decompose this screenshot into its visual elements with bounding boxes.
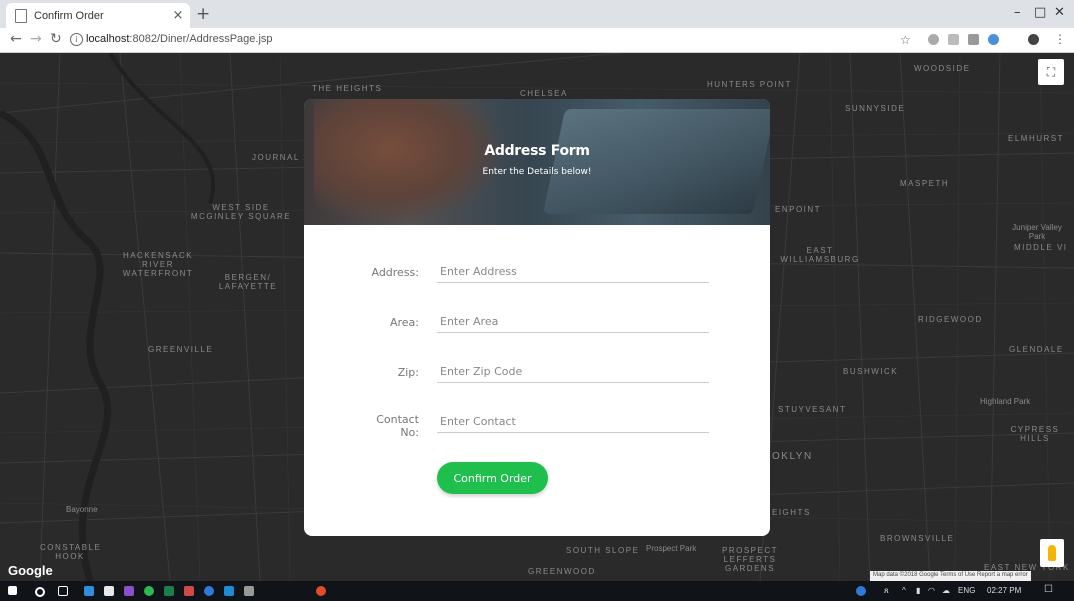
- app-icon[interactable]: [84, 586, 94, 596]
- map-label: OKLYN: [772, 451, 813, 462]
- language-indicator[interactable]: ENG: [958, 586, 975, 595]
- map-label: ENPOINT: [775, 205, 822, 214]
- browser-tab-strip: Confirm Order × + – □ ✕: [0, 0, 1074, 28]
- map-label: CYPRESS HILLS: [1010, 425, 1060, 443]
- map-label: Prospect Park: [646, 544, 697, 553]
- confirm-order-button[interactable]: Confirm Order: [437, 462, 548, 494]
- wifi-icon[interactable]: ◠: [928, 586, 935, 595]
- extension-icon[interactable]: [948, 34, 959, 45]
- address-input[interactable]: [437, 261, 709, 283]
- visual-studio-icon[interactable]: [124, 586, 134, 596]
- back-arrow-icon[interactable]: ←: [10, 31, 22, 47]
- help-icon[interactable]: [856, 586, 866, 596]
- map-label: CHELSEA: [520, 89, 568, 98]
- info-icon[interactable]: i: [70, 33, 83, 46]
- app-icon[interactable]: [224, 586, 234, 596]
- map-label: STUYVESANT: [778, 405, 847, 414]
- window-close-button[interactable]: ✕: [1054, 5, 1065, 20]
- google-logo: Google: [8, 563, 53, 578]
- maximize-button[interactable]: □: [1034, 5, 1046, 20]
- windows-taskbar: ጸ ^ ▮ ◠ ☁ ENG 02:27 PM ☐: [0, 581, 1074, 601]
- map-label: GREENVILLE: [148, 345, 214, 354]
- pegman-icon: [1048, 545, 1056, 561]
- street-view-pegman-button[interactable]: [1040, 539, 1064, 567]
- form-subtitle: Enter the Details below!: [482, 167, 592, 177]
- tab-title: Confirm Order: [34, 9, 104, 22]
- address-label: Address:: [371, 266, 419, 279]
- map-label: BERGEN/ LAFAYETTE: [218, 273, 278, 291]
- whatsapp-icon[interactable]: [144, 586, 154, 596]
- bookmark-star-icon[interactable]: ☆: [900, 33, 911, 47]
- minimize-button[interactable]: –: [1014, 5, 1021, 20]
- battery-icon[interactable]: ▮: [916, 586, 920, 595]
- edge-icon[interactable]: [204, 586, 214, 596]
- address-bar: ← → ↻ i localhost:8082/Diner/AddressPage…: [0, 28, 1074, 53]
- task-view-icon[interactable]: [58, 586, 68, 596]
- url-field[interactable]: localhost:8082/Diner/AddressPage.jsp: [86, 33, 273, 45]
- reload-icon[interactable]: ↻: [50, 31, 62, 47]
- fullscreen-toggle-button[interactable]: ⛶: [1038, 59, 1064, 85]
- contact-input[interactable]: [437, 411, 709, 433]
- map-label: SUNNYSIDE: [845, 104, 906, 113]
- people-icon[interactable]: ጸ: [884, 586, 889, 596]
- cloud-icon[interactable]: ☁: [942, 586, 950, 595]
- new-tab-button[interactable]: +: [196, 4, 210, 24]
- cloud-extension-icon[interactable]: [988, 34, 999, 45]
- chevron-up-icon[interactable]: ^: [902, 586, 906, 595]
- form-header-image: Address Form Enter the Details below!: [304, 99, 770, 225]
- map-label: SOUTH SLOPE: [566, 546, 640, 555]
- zip-label: Zip:: [397, 366, 419, 379]
- windows-start-icon[interactable]: [8, 586, 17, 595]
- map-label: MASPETH: [900, 179, 950, 188]
- tab-close-icon[interactable]: ×: [170, 8, 186, 23]
- map-label: RIDGEWOOD: [918, 315, 983, 324]
- map-label: Juniper Valley Park: [1012, 223, 1062, 241]
- menu-kebab-icon[interactable]: ⋮: [1054, 32, 1066, 46]
- map-label: MIDDLE VI: [1014, 243, 1068, 252]
- app-icon[interactable]: [184, 586, 194, 596]
- fullscreen-icon: ⛶: [1046, 64, 1056, 79]
- page-icon: [15, 8, 27, 23]
- map-label: Bayonne: [66, 505, 98, 514]
- map-label: BROWNSVILLE: [880, 534, 955, 543]
- map-label: JOURNAL S: [252, 153, 311, 162]
- notification-icon[interactable]: ☐: [1044, 584, 1053, 595]
- map-label: WOODSIDE: [914, 64, 971, 73]
- tab-confirm-order[interactable]: Confirm Order ×: [6, 3, 190, 28]
- app-icon[interactable]: [244, 586, 254, 596]
- form-title: Address Form: [484, 143, 590, 159]
- search-icon[interactable]: [35, 587, 45, 597]
- map-label: GLENDALE: [1009, 345, 1064, 354]
- map-label: GREENWOOD: [528, 567, 596, 576]
- map-label: EAST WILLIAMSBURG: [780, 246, 860, 264]
- app-icon[interactable]: [164, 586, 174, 596]
- map-label: ELMHURST: [1008, 134, 1065, 143]
- camera-extension-icon[interactable]: [968, 34, 979, 45]
- chrome-icon[interactable]: [316, 586, 326, 596]
- extension-icon[interactable]: [928, 34, 939, 45]
- store-icon[interactable]: [104, 586, 114, 596]
- forward-arrow-icon[interactable]: →: [30, 31, 42, 47]
- map-label: EIGHTS: [772, 508, 811, 517]
- clock[interactable]: 02:27 PM: [987, 586, 1021, 595]
- contact-label: Contact No:: [376, 413, 419, 439]
- profile-avatar-icon[interactable]: [1028, 34, 1039, 45]
- map-label: PROSPECT LEFFERTS GARDENS: [722, 546, 779, 573]
- map-label: THE HEIGHTS: [312, 84, 383, 93]
- map-label: HUNTERS POINT: [707, 80, 792, 89]
- area-input[interactable]: [437, 311, 709, 333]
- map-label: HACKENSACK RIVER WATERFRONT: [122, 251, 194, 278]
- address-form-card: Address Form Enter the Details below! Ad…: [304, 99, 770, 536]
- map-label: Highland Park: [980, 397, 1031, 406]
- map-label: BUSHWICK: [843, 367, 899, 376]
- map-label: CONSTABLE HOOK: [40, 543, 102, 561]
- zip-input[interactable]: [437, 361, 709, 383]
- map-label: WEST SIDE MCGINLEY SQUARE: [190, 203, 292, 221]
- area-label: Area:: [389, 316, 419, 329]
